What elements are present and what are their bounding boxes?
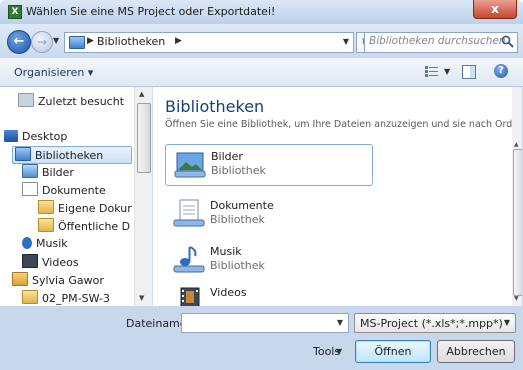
sidebar-item-libraries[interactable]: Bibliotheken	[12, 146, 132, 164]
videos-library-icon	[180, 287, 200, 306]
libraries-icon	[15, 147, 31, 161]
pictures-icon	[22, 164, 38, 178]
pictures-library-icon	[174, 152, 206, 178]
page-title: Bibliotheken	[165, 97, 265, 116]
back-button[interactable]: ←	[7, 30, 31, 54]
scroll-down-icon[interactable]: ▼	[139, 294, 144, 302]
breadcrumb-libraries[interactable]: Bibliotheken	[97, 35, 165, 48]
scroll-up-icon[interactable]: ▲	[514, 141, 519, 148]
cancel-button[interactable]: Abbrechen	[437, 340, 515, 363]
excel-app-icon: X	[8, 5, 22, 19]
search-icon[interactable]	[501, 35, 514, 48]
music-library-icon	[173, 246, 205, 273]
filename-field[interactable]: ▼	[181, 313, 349, 333]
desktop-icon	[4, 130, 18, 142]
search-input[interactable]: Bibliotheken durchsuchen	[364, 32, 518, 53]
view-options-dropdown[interactable]: ▼	[444, 67, 450, 76]
file-open-dialog: X Wählen Sie eine MS Project oder Export…	[0, 0, 523, 370]
library-name: Videos	[210, 286, 247, 299]
address-bar[interactable]: ▶ Bibliotheken ▶ ▼	[64, 32, 354, 53]
library-type: Bibliothek	[211, 164, 266, 177]
title-bar: X Wählen Sie eine MS Project oder Export…	[0, 0, 523, 24]
scroll-down-icon[interactable]: ▼	[514, 295, 519, 302]
documents-icon	[22, 182, 38, 196]
close-button[interactable]: x	[473, 0, 517, 19]
forward-button[interactable]: →	[31, 31, 53, 53]
recent-pages-dropdown[interactable]: ▼	[53, 36, 59, 45]
file-type-select[interactable]: MS-Project (*.xls*;*.mpp*) ▼	[354, 313, 516, 333]
library-item-videos[interactable]: Videos	[165, 281, 371, 306]
library-name: Musik	[210, 245, 242, 258]
folder-icon	[38, 218, 54, 232]
sidebar-item-user[interactable]: Sylvia Gawor	[12, 272, 104, 288]
search-placeholder: Bibliotheken durchsuchen	[369, 35, 506, 47]
sidebar-item-desktop[interactable]: Desktop	[4, 129, 67, 145]
change-view-icon[interactable]	[425, 66, 438, 77]
content-scroll-thumb[interactable]	[513, 149, 522, 296]
sidebar-scrollbar[interactable]: ▲ ▼	[134, 87, 152, 306]
documents-library-icon	[173, 199, 205, 227]
dialog-footer: Dateiname: ▼ MS-Project (*.xls*;*.mpp*) …	[0, 306, 523, 370]
tools-dropdown-icon[interactable]: ▼	[336, 347, 342, 356]
library-item-documents[interactable]: Dokumente Bibliothek	[165, 194, 371, 234]
library-item-pictures[interactable]: Bilder Bibliothek	[165, 144, 373, 186]
library-name: Dokumente	[210, 199, 274, 212]
page-subtitle: Öffnen Sie eine Bibliothek, um Ihre Date…	[165, 119, 522, 130]
sidebar-item-my-documents[interactable]: Eigene Dokur	[38, 200, 132, 216]
breadcrumb-arrow-icon[interactable]: ▶	[87, 36, 94, 46]
sidebar-item-documents[interactable]: Dokumente	[22, 182, 106, 198]
library-name: Bilder	[211, 150, 243, 163]
filename-dropdown-icon[interactable]: ▼	[337, 318, 343, 327]
sidebar-item-project-folder[interactable]: 02_PM-SW-3	[22, 290, 110, 306]
breadcrumb-arrow-icon[interactable]: ▶	[175, 36, 182, 46]
address-dropdown-icon[interactable]: ▼	[343, 37, 349, 46]
file-list-pane: Bibliotheken Öffnen Sie eine Bibliothek,…	[152, 87, 522, 306]
user-folder-icon	[12, 272, 28, 286]
open-button[interactable]: Öffnen	[355, 340, 431, 363]
scroll-up-icon[interactable]: ▲	[139, 90, 144, 98]
command-toolbar: Organisieren ▾ ▼ ?	[0, 58, 523, 87]
library-type: Bibliothek	[210, 213, 265, 226]
sidebar-scroll-thumb[interactable]	[137, 103, 151, 173]
preview-pane-icon[interactable]	[462, 65, 476, 79]
folder-icon	[38, 200, 54, 214]
chevron-down-icon[interactable]: ▼	[504, 318, 510, 327]
sidebar-item-videos[interactable]: Videos	[22, 254, 79, 270]
folder-icon	[22, 290, 38, 304]
music-icon	[22, 237, 32, 249]
videos-icon	[22, 254, 38, 268]
file-type-value: MS-Project (*.xls*;*.mpp*)	[360, 317, 503, 330]
help-icon[interactable]: ?	[494, 64, 508, 78]
libraries-icon	[69, 36, 85, 49]
navigation-pane: Zuletzt besucht Desktop Bibliotheken Bil…	[0, 87, 152, 306]
sidebar-item-recent[interactable]: Zuletzt besucht	[18, 93, 124, 109]
organize-menu[interactable]: Organisieren ▾	[14, 66, 93, 79]
recent-places-icon	[18, 93, 34, 107]
content-scrollbar[interactable]: ▲ ▼	[512, 87, 522, 306]
sidebar-item-pictures[interactable]: Bilder	[22, 164, 74, 180]
library-item-music[interactable]: Musik Bibliothek	[165, 240, 371, 280]
navigation-bar: ← → ▼ ▶ Bibliotheken ▶ ▼ ↻ Bibliotheken …	[0, 24, 523, 58]
window-title: Wählen Sie eine MS Project oder Exportda…	[26, 5, 276, 18]
sidebar-item-public-documents[interactable]: Öffentliche D	[38, 218, 130, 234]
library-type: Bibliothek	[210, 259, 265, 272]
sidebar-item-music[interactable]: Musik	[22, 236, 68, 252]
